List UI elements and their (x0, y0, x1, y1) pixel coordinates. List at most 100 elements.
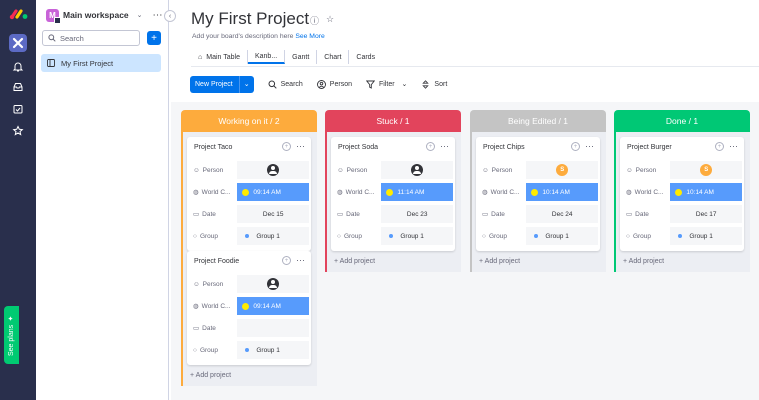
group-dot (678, 234, 683, 238)
see-more-link[interactable]: See More (295, 33, 324, 40)
monday-logo[interactable] (9, 8, 28, 20)
world-clock-field-label: ◍ World C... (193, 302, 231, 311)
tab-kanban[interactable]: Kanb... (247, 50, 286, 64)
globe-icon: ◍ (482, 189, 488, 196)
tab-chart[interactable]: Chart (317, 50, 350, 64)
person-cell[interactable] (381, 161, 453, 179)
group-field-label: ○ Group (193, 346, 219, 354)
project-card[interactable]: Project Chips + ⋯ ☺ Person S ◍ World C... 1… (476, 137, 600, 251)
sort-button[interactable]: Sort (421, 79, 448, 89)
see-plans-button[interactable]: See plans ✦ (4, 306, 19, 364)
date-cell[interactable]: Dec 23 (381, 205, 453, 223)
more-icon[interactable]: ⋯ (296, 255, 305, 266)
add-project-link[interactable]: + Add project (190, 372, 231, 379)
card-title[interactable]: Project Chips (483, 144, 525, 151)
workspace-search-input[interactable]: Search (42, 30, 140, 46)
more-icon[interactable]: ⋯ (153, 10, 164, 21)
workspace-name: Main workspace (63, 10, 129, 20)
group-cell[interactable]: Group 1 (237, 341, 309, 359)
filter-button[interactable]: Filter ⌄ (365, 80, 408, 89)
world-clock-field-label: ◍ World C... (337, 188, 375, 197)
group-icon: ○ (482, 232, 486, 240)
project-card[interactable]: Project Taco + ⋯ ☺ Person ◍ World C... 09:1… (187, 137, 311, 251)
add-update-icon[interactable]: + (282, 142, 291, 151)
search-icon (48, 34, 56, 42)
person-cell[interactable]: S (526, 161, 598, 179)
sidebar-item-my-first-project[interactable]: My First Project (41, 54, 161, 72)
sun-icon (386, 188, 394, 196)
add-update-icon[interactable]: + (426, 142, 435, 151)
info-icon[interactable]: ⓘ (310, 14, 319, 27)
board-description[interactable]: Add your board's description here See Mo… (192, 33, 325, 40)
world-clock-cell[interactable]: 09:14 AM (237, 297, 309, 315)
home-icon: ⌂ (198, 53, 203, 61)
person-icon: ☺ (193, 280, 200, 288)
column-header[interactable]: Done / 1 (614, 110, 750, 132)
person-field-label: ☺ Person (337, 166, 368, 174)
column-header[interactable]: Being Edited / 1 (470, 110, 606, 132)
date-cell[interactable] (237, 319, 309, 337)
card-title[interactable]: Project Soda (338, 144, 378, 151)
add-update-icon[interactable]: + (715, 142, 724, 151)
chevron-down-icon[interactable]: ⌄ (402, 80, 408, 88)
more-icon[interactable]: ⋯ (585, 141, 594, 152)
person-cell[interactable] (237, 275, 309, 293)
group-cell[interactable]: Group 1 (381, 227, 453, 245)
card-title[interactable]: Project Foodie (194, 258, 239, 265)
person-cell[interactable] (237, 161, 309, 179)
add-project-link[interactable]: + Add project (479, 258, 520, 265)
world-clock-cell[interactable]: 11:14 AM (381, 183, 453, 201)
world-clock-cell[interactable]: 09:14 AM (237, 183, 309, 201)
person-cell[interactable]: S (670, 161, 742, 179)
date-cell[interactable]: Dec 17 (670, 205, 742, 223)
date-cell[interactable]: Dec 15 (237, 205, 309, 223)
add-project-link[interactable]: + Add project (623, 258, 664, 265)
favorite-star-icon[interactable]: ☆ (326, 14, 334, 27)
project-card[interactable]: Project Foodie + ⋯ ☺ Person ◍ World C... 09… (187, 251, 311, 365)
person-icon: ☺ (337, 166, 344, 174)
my-work-icon[interactable] (9, 100, 27, 118)
group-field-label: ○ Group (626, 232, 652, 240)
more-icon[interactable]: ⋯ (729, 141, 738, 152)
tab-gantt[interactable]: Gantt (285, 50, 318, 64)
project-card[interactable]: Project Burger + ⋯ ☺ Person S ◍ World C... … (620, 137, 744, 251)
tab-cards[interactable]: Cards (349, 50, 382, 64)
calendar-icon: ▭ (193, 211, 200, 218)
group-cell[interactable]: Group 1 (526, 227, 598, 245)
date-field-label: ▭ Date (193, 210, 216, 219)
sort-label: Sort (434, 80, 448, 88)
sun-icon (675, 188, 683, 196)
card-title[interactable]: Project Taco (194, 144, 232, 151)
chevron-down-icon[interactable]: ⌄ (238, 75, 254, 93)
world-clock-cell[interactable]: 10:14 AM (526, 183, 598, 201)
column-header[interactable]: Working on it / 2 (181, 110, 317, 132)
workspace-icon[interactable] (9, 34, 27, 52)
collapse-panel-icon[interactable]: ‹ (164, 10, 176, 22)
add-update-icon[interactable]: + (571, 142, 580, 151)
new-project-button[interactable]: New Project ⌄ (190, 75, 254, 93)
person-filter-button[interactable]: Person (316, 79, 352, 89)
search-button[interactable]: Search (268, 80, 303, 89)
add-update-icon[interactable]: + (282, 256, 291, 265)
bell-icon[interactable] (9, 58, 27, 76)
workspace-avatar: M (46, 8, 61, 24)
chevron-down-icon[interactable]: ⌄ (137, 11, 143, 19)
tab-main-table[interactable]: ⌂ Main Table (191, 50, 248, 64)
star-icon[interactable] (9, 122, 27, 140)
world-clock-field-label: ◍ World C... (626, 188, 664, 197)
board-title[interactable]: My First Project (191, 9, 309, 29)
kanban-column-done: Done / 1 Project Burger + ⋯ ☺ Person S ◍ Wo… (614, 110, 750, 272)
project-card[interactable]: Project Soda + ⋯ ☺ Person ◍ World C... 11:1… (331, 137, 455, 251)
more-icon[interactable]: ⋯ (440, 141, 449, 152)
inbox-icon[interactable] (9, 78, 27, 96)
add-item-button[interactable]: + (147, 31, 161, 45)
world-clock-cell[interactable]: 10:14 AM (670, 183, 742, 201)
workspace-header[interactable]: M Main workspace ⌄ ⋯ (46, 7, 166, 24)
group-cell[interactable]: Group 1 (237, 227, 309, 245)
more-icon[interactable]: ⋯ (296, 141, 305, 152)
group-cell[interactable]: Group 1 (670, 227, 742, 245)
add-project-link[interactable]: + Add project (334, 258, 375, 265)
column-header[interactable]: Stuck / 1 (325, 110, 461, 132)
date-cell[interactable]: Dec 24 (526, 205, 598, 223)
card-title[interactable]: Project Burger (627, 144, 672, 151)
